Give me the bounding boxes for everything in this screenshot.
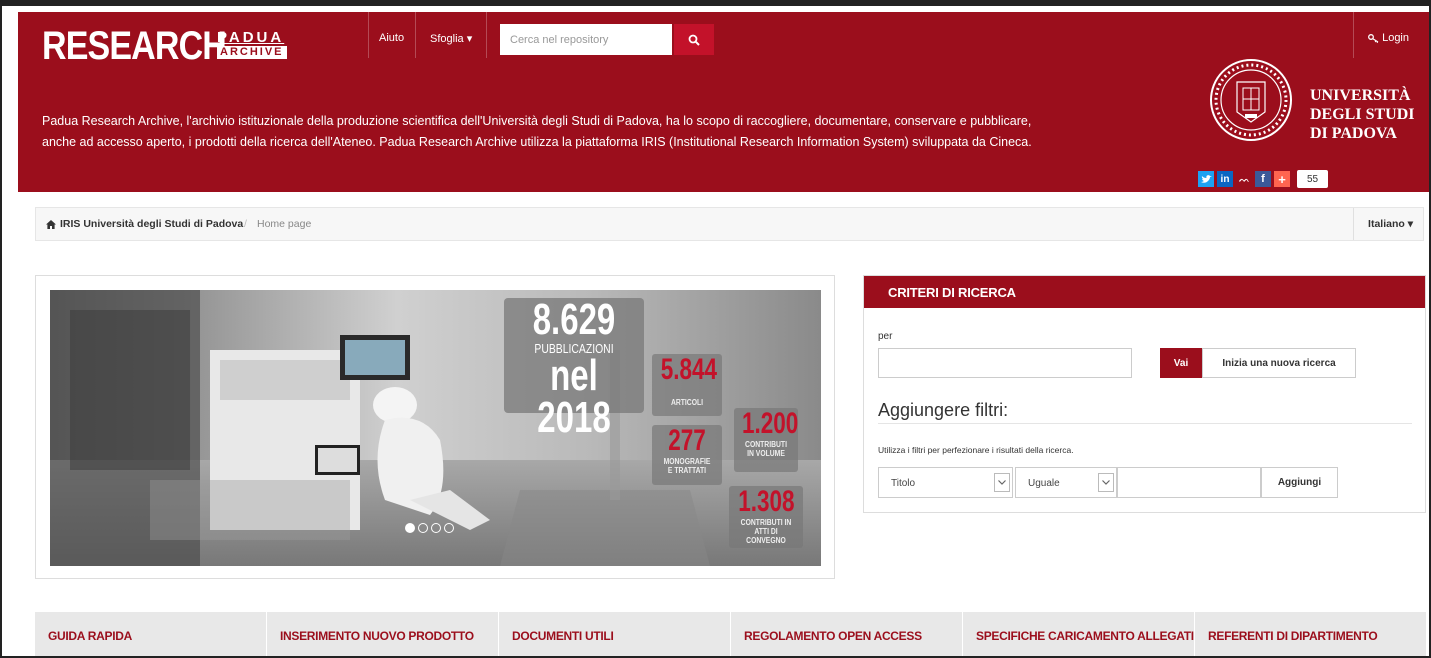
stat-articles: 5.844 ARTICOLI [652, 354, 722, 416]
stat-volumes-value: 1.200 [742, 407, 799, 440]
stat-monographs-label-1: MONOGRAFIE [663, 457, 711, 466]
language-selector[interactable]: Italiano ▾ [1368, 218, 1413, 230]
per-label: per [878, 331, 893, 342]
carousel-dot-4[interactable] [444, 523, 454, 533]
repository-search-input[interactable] [500, 24, 672, 55]
language-divider [1353, 208, 1354, 240]
carousel-container: 8.629 PUBBLICAZIONI nel 2018 5.844 ARTIC… [35, 275, 835, 579]
login-link[interactable]: Login [1368, 32, 1409, 44]
search-button[interactable] [674, 24, 714, 55]
page-frame: RESEARCH PADUA ARCHIVE Aiuto Sfoglia ▾ L… [0, 0, 1431, 658]
university-name-line-3: DI PADOVA [1310, 125, 1397, 142]
university-name-line-2: DEGLI STUDI [1310, 106, 1415, 123]
stat-monographs: 277 MONOGRAFIE E TRATTATI [652, 425, 722, 485]
stat-conference-label-2: ATTI DI CONVEGNO [746, 527, 786, 545]
filters-hint: Utilizza i filtri per perfezionare i ris… [878, 445, 1074, 455]
breadcrumb-separator: / [244, 218, 247, 230]
breadcrumb-current: Home page [257, 218, 312, 230]
share-plus-icon[interactable]: + [1274, 171, 1290, 187]
breadcrumb-home-label: IRIS Università degli Studi di Padova [60, 218, 244, 230]
intro-line-1: Padua Research Archive, l'archivio istit… [42, 114, 1032, 128]
stat-volumes-label-1: CONTRIBUTI [745, 440, 787, 449]
stat-conference-label-1: CONTRIBUTI IN [740, 518, 792, 527]
logo-side: PADUA ARCHIVE [217, 30, 287, 59]
carousel-dot-3[interactable] [431, 523, 441, 533]
chevron-down-icon [1098, 473, 1114, 492]
nav-divider [1353, 12, 1354, 58]
nav-divider [486, 12, 487, 58]
stat-total-year: nel 2018 [537, 351, 611, 442]
stat-volumes: 1.200 CONTRIBUTI IN VOLUME [734, 408, 798, 472]
carousel-indicators [405, 523, 454, 533]
tab-referenti-di-dipartimento[interactable]: REFERENTI DI DIPARTIMENTO [1195, 612, 1426, 656]
filters-divider [878, 423, 1412, 424]
stats-carousel[interactable]: 8.629 PUBBLICAZIONI nel 2018 5.844 ARTIC… [50, 290, 821, 566]
go-button[interactable]: Vai [1160, 348, 1202, 378]
tab-specifiche-caricamento-allegati[interactable]: SPECIFICHE CARICAMENTO ALLEGATI [963, 612, 1195, 656]
search-icon [688, 34, 700, 46]
breadcrumb: IRIS Università degli Studi di Padova / … [35, 207, 1424, 241]
university-seal-icon[interactable] [1209, 58, 1293, 142]
stat-monographs-value: 277 [668, 424, 706, 457]
stat-total-publications: 8.629 PUBBLICAZIONI nel 2018 [504, 295, 644, 440]
filter-field-select[interactable]: Titolo [878, 467, 1013, 498]
chevron-down-icon [994, 473, 1010, 492]
facebook-icon[interactable]: f [1255, 171, 1271, 187]
stat-volumes-label-2: IN VOLUME [747, 449, 785, 458]
nav-divider [368, 12, 369, 58]
carousel-dot-1[interactable] [405, 523, 415, 533]
tab-guida-rapida[interactable]: GUIDA RAPIDA [35, 612, 267, 656]
home-icon [46, 219, 56, 229]
logo-research-text: RESEARCH [42, 24, 227, 68]
twitter-icon[interactable] [1198, 171, 1214, 187]
research-padua-logo[interactable]: RESEARCH PADUA ARCHIVE [42, 24, 287, 68]
stat-conference-value: 1.308 [738, 485, 795, 518]
new-search-button[interactable]: Inizia una nuova ricerca [1202, 348, 1356, 378]
breadcrumb-home-link[interactable]: IRIS Università degli Studi di Padova [46, 218, 243, 230]
tab-regolamento-open-access[interactable]: REGOLAMENTO OPEN ACCESS [731, 612, 963, 656]
filter-value-input[interactable] [1117, 467, 1261, 498]
filters-heading: Aggiungere filtri: [878, 400, 1009, 420]
nav-browse-dropdown[interactable]: Sfoglia ▾ [430, 32, 472, 45]
intro-text: Padua Research Archive, l'archivio istit… [42, 111, 1142, 153]
university-name-line-1: UNIVERSITÀ [1310, 87, 1411, 104]
quick-links-bar: GUIDA RAPIDA INSERIMENTO NUOVO PRODOTTO … [35, 612, 1426, 656]
stat-total-value: 8.629 [532, 295, 616, 344]
tab-inserimento-nuovo-prodotto[interactable]: INSERIMENTO NUOVO PRODOTTO [267, 612, 499, 656]
carousel-dot-2[interactable] [418, 523, 428, 533]
university-name[interactable]: UNIVERSITÀ DEGLI STUDI DI PADOVA [1310, 86, 1414, 143]
social-share-bar: in ᨓ f + 55 [1198, 170, 1329, 188]
add-filter-button[interactable]: Aggiungi [1261, 467, 1338, 498]
site-header: RESEARCH PADUA ARCHIVE Aiuto Sfoglia ▾ L… [18, 12, 1429, 192]
mendeley-icon[interactable]: ᨓ [1236, 171, 1252, 187]
filter-operator-select[interactable]: Uguale [1015, 467, 1117, 498]
filter-field-value: Titolo [891, 478, 916, 489]
search-criteria-title: CRITERI DI RICERCA [864, 276, 1425, 308]
stat-articles-label: ARTICOLI [670, 398, 704, 407]
search-criteria-panel: CRITERI DI RICERCA per Vai Inizia una nu… [863, 275, 1426, 513]
stat-monographs-label-2: E TRATTATI [667, 466, 707, 475]
share-count: 55 [1297, 170, 1329, 188]
filter-operator-value: Uguale [1028, 478, 1060, 489]
logo-padua-text: PADUA [217, 29, 285, 46]
key-icon [1368, 33, 1379, 43]
query-input[interactable] [878, 348, 1132, 378]
intro-line-2: anche ad accesso aperto, i prodotti dell… [42, 135, 1032, 149]
nav-help-link[interactable]: Aiuto [379, 32, 404, 44]
stat-articles-value: 5.844 [660, 353, 718, 386]
stat-conference: 1.308 CONTRIBUTI IN ATTI DI CONVEGNO [729, 486, 803, 548]
tab-documenti-utili[interactable]: DOCUMENTI UTILI [499, 612, 731, 656]
linkedin-icon[interactable]: in [1217, 171, 1233, 187]
logo-archive-text: ARCHIVE [217, 46, 287, 59]
login-label: Login [1382, 32, 1409, 44]
nav-divider [415, 12, 416, 58]
